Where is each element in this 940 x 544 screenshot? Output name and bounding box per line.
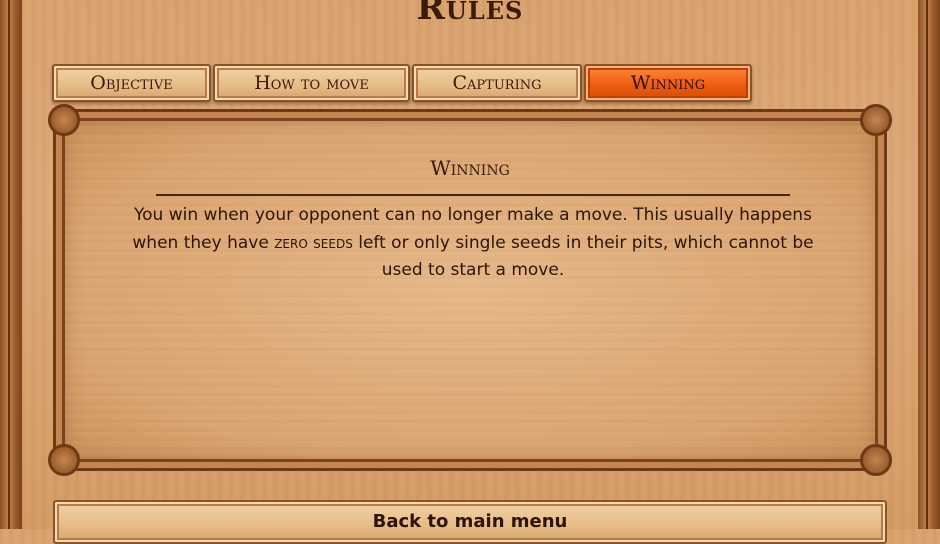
- tab-winning[interactable]: Winning: [584, 64, 752, 102]
- frame-right-edge: [918, 0, 940, 529]
- panel-corner-ornament: [48, 104, 80, 136]
- tab-objective[interactable]: Objective: [52, 64, 211, 102]
- panel-heading: Winning: [430, 156, 510, 180]
- rule-description: You win when your opponent can no longer…: [116, 202, 830, 285]
- rule-text-highlight: zero seeds: [274, 232, 353, 253]
- panel-corner-ornament: [860, 104, 892, 136]
- tab-capturing[interactable]: Capturing: [412, 64, 582, 102]
- back-to-main-menu-button[interactable]: Back to main menu: [53, 500, 887, 544]
- panel-corner-ornament: [860, 444, 892, 476]
- heading-divider: [156, 194, 790, 196]
- rule-text-part2: left or only single seeds in their pits,…: [352, 232, 814, 281]
- panel-corner-ornament: [48, 444, 80, 476]
- tab-how-to-move[interactable]: How to move: [213, 64, 410, 102]
- page-title: Rules: [416, 0, 524, 28]
- rules-panel: Winning You win when your opponent can n…: [48, 104, 892, 476]
- frame-left-edge: [0, 0, 22, 529]
